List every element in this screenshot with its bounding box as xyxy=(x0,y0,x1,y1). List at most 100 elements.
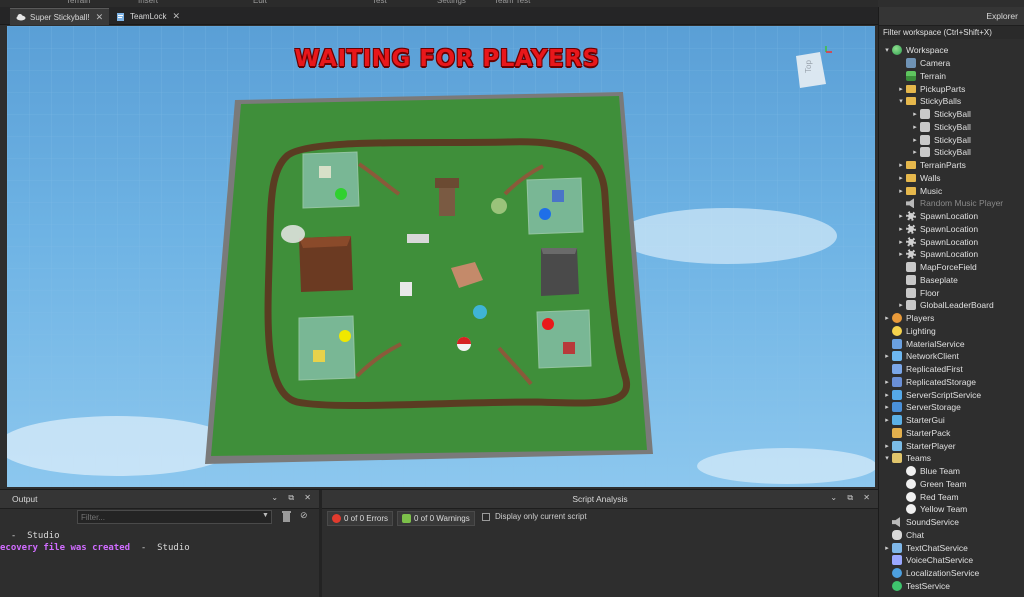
explorer-item[interactable]: VoiceChatService xyxy=(879,554,973,567)
ribbon-tab[interactable]: Insert xyxy=(138,0,158,5)
explorer-item[interactable]: Blue Team xyxy=(879,465,960,478)
close-icon[interactable]: ✕ xyxy=(172,11,180,22)
explorer-item[interactable]: ▸ StickyBall xyxy=(879,121,971,134)
explorer-item[interactable]: ▸ StarterGui xyxy=(879,414,945,427)
display-current-script-checkbox[interactable]: Display only current script xyxy=(482,512,587,521)
explorer-item[interactable]: StarterPack xyxy=(879,427,950,440)
explorer-item[interactable]: ▸ ServerScriptService xyxy=(879,388,981,401)
expand-arrow-icon[interactable]: ▸ xyxy=(896,238,906,246)
part-icon xyxy=(906,287,916,298)
explorer-item[interactable]: Green Team xyxy=(879,478,967,491)
team-icon xyxy=(906,478,916,489)
explorer-item[interactable]: ▸ GlobalLeaderBoard xyxy=(879,299,994,312)
expand-arrow-icon[interactable]: ▸ xyxy=(882,416,892,424)
part-icon xyxy=(920,109,930,120)
explorer-item[interactable]: Floor xyxy=(879,286,939,299)
explorer-filter-input[interactable]: Filter workspace (Ctrl+Shift+X) xyxy=(879,26,1024,39)
explorer-item[interactable]: ▸ SpawnLocation xyxy=(879,210,978,223)
chevron-down-icon[interactable]: ▼ xyxy=(262,512,269,519)
expand-arrow-icon[interactable]: ▸ xyxy=(910,110,920,118)
view-cube[interactable]: Top xyxy=(790,46,832,92)
clear-output-icon[interactable]: ⊘ xyxy=(300,510,308,521)
explorer-item[interactable]: ▸ TerrainParts xyxy=(879,159,966,172)
trash-icon[interactable] xyxy=(282,511,291,522)
panel-controls[interactable]: ⌄ ⧉ ✕ xyxy=(830,493,874,503)
explorer-item[interactable]: Chat xyxy=(879,529,924,542)
explorer-item[interactable]: Yellow Team xyxy=(879,503,967,516)
ribbon-tab[interactable]: Edit xyxy=(253,0,267,5)
explorer-item[interactable]: SoundService xyxy=(879,516,959,529)
ribbon-tab[interactable]: Team Test xyxy=(494,0,530,5)
expand-arrow-icon[interactable]: ▸ xyxy=(896,225,906,233)
errors-filter-button[interactable]: 0 of 0 Errors xyxy=(327,511,394,526)
explorer-item[interactable]: ▾ StickyBalls xyxy=(879,95,961,108)
close-icon[interactable]: ✕ xyxy=(96,12,104,23)
explorer-item[interactable]: ▸ Walls xyxy=(879,172,940,185)
expand-arrow-icon[interactable]: ▸ xyxy=(882,544,892,552)
explorer-item[interactable]: ▸ ServerStorage xyxy=(879,401,961,414)
explorer-item[interactable]: ▾ Workspace xyxy=(879,44,948,57)
expand-arrow-icon[interactable]: ▸ xyxy=(882,442,892,450)
explorer-item[interactable]: ▸ PickupParts xyxy=(879,82,965,95)
explorer-item[interactable]: TestService xyxy=(879,580,950,593)
expand-arrow-icon[interactable]: ▸ xyxy=(910,123,920,131)
smoke-puff xyxy=(281,225,305,243)
explorer-item[interactable]: ▸ SpawnLocation xyxy=(879,223,978,236)
explorer-item[interactable]: ▸ StickyBall xyxy=(879,133,971,146)
checkbox[interactable] xyxy=(482,512,490,521)
explorer-item[interactable]: Red Team xyxy=(879,490,959,503)
explorer-item[interactable]: Random Music Player xyxy=(879,197,1003,210)
collapse-arrow-icon[interactable]: ▾ xyxy=(896,97,906,105)
warnings-filter-button[interactable]: 0 of 0 Warnings xyxy=(397,511,475,526)
expand-arrow-icon[interactable]: ▸ xyxy=(882,391,892,399)
explorer-item[interactable]: ▸ TextChatService xyxy=(879,541,968,554)
explorer-item-label: Floor xyxy=(920,287,940,298)
explorer-item[interactable]: Lighting xyxy=(879,325,936,338)
expand-arrow-icon[interactable]: ▸ xyxy=(896,250,906,258)
explorer-item[interactable]: ▸ Players xyxy=(879,312,934,325)
expand-arrow-icon[interactable]: ▸ xyxy=(882,378,892,386)
expand-arrow-icon[interactable]: ▸ xyxy=(896,161,906,169)
explorer-item[interactable]: ▸ SpawnLocation xyxy=(879,235,978,248)
explorer-item[interactable]: ▸ NetworkClient xyxy=(879,350,959,363)
ribbon-tab[interactable]: Terrain xyxy=(66,0,90,5)
ribbon-tab[interactable]: Settings xyxy=(437,0,466,5)
expand-arrow-icon[interactable]: ▸ xyxy=(896,174,906,182)
panel-controls[interactable]: ⌄ ⧉ ✕ xyxy=(271,493,315,503)
explorer-item-label: MaterialService xyxy=(906,338,965,349)
explorer-item[interactable]: ReplicatedFirst xyxy=(879,363,963,376)
yellow-spawn-zone xyxy=(298,315,356,381)
explorer-item[interactable]: ▸ ReplicatedStorage xyxy=(879,376,976,389)
collapse-arrow-icon[interactable]: ▾ xyxy=(882,46,892,54)
explorer-item[interactable]: Camera xyxy=(879,57,950,70)
explorer-item[interactable]: MapForceField xyxy=(879,261,977,274)
explorer-item[interactable]: Baseplate xyxy=(879,274,958,287)
expand-arrow-icon[interactable]: ▸ xyxy=(882,314,892,322)
explorer-item[interactable]: ▸ StickyBall xyxy=(879,108,971,121)
expand-arrow-icon[interactable]: ▸ xyxy=(882,352,892,360)
blue-spawn-zone xyxy=(526,177,584,235)
expand-arrow-icon[interactable]: ▸ xyxy=(910,148,920,156)
output-filter-input[interactable] xyxy=(77,510,272,524)
expand-arrow-icon[interactable]: ▸ xyxy=(882,403,892,411)
explorer-item[interactable]: ▸ StickyBall xyxy=(879,146,971,159)
workspace-icon xyxy=(892,45,902,56)
tab-super-stickyball[interactable]: Super Stickyball! ✕ xyxy=(10,8,110,25)
expand-arrow-icon[interactable]: ▸ xyxy=(896,187,906,195)
game-viewport[interactable]: WAITING FOR PLAYERS Top xyxy=(7,26,875,487)
errors-label: 0 of 0 Errors xyxy=(344,514,389,523)
explorer-item[interactable]: ▾ Teams xyxy=(879,452,931,465)
tab-teamlock[interactable]: TeamLock ✕ xyxy=(110,8,186,25)
expand-arrow-icon[interactable]: ▸ xyxy=(896,212,906,220)
expand-arrow-icon[interactable]: ▸ xyxy=(910,136,920,144)
expand-arrow-icon[interactable]: ▸ xyxy=(896,301,906,309)
explorer-item[interactable]: Terrain xyxy=(879,70,946,83)
explorer-item[interactable]: ▸ Music xyxy=(879,184,942,197)
collapse-arrow-icon[interactable]: ▾ xyxy=(882,454,892,462)
explorer-item[interactable]: LocalizationService xyxy=(879,567,979,580)
expand-arrow-icon[interactable]: ▸ xyxy=(896,85,906,93)
explorer-item[interactable]: MaterialService xyxy=(879,337,965,350)
ribbon-tab[interactable]: Test xyxy=(372,0,387,5)
explorer-item[interactable]: ▸ SpawnLocation xyxy=(879,248,978,261)
explorer-item[interactable]: ▸ StarterPlayer xyxy=(879,439,956,452)
